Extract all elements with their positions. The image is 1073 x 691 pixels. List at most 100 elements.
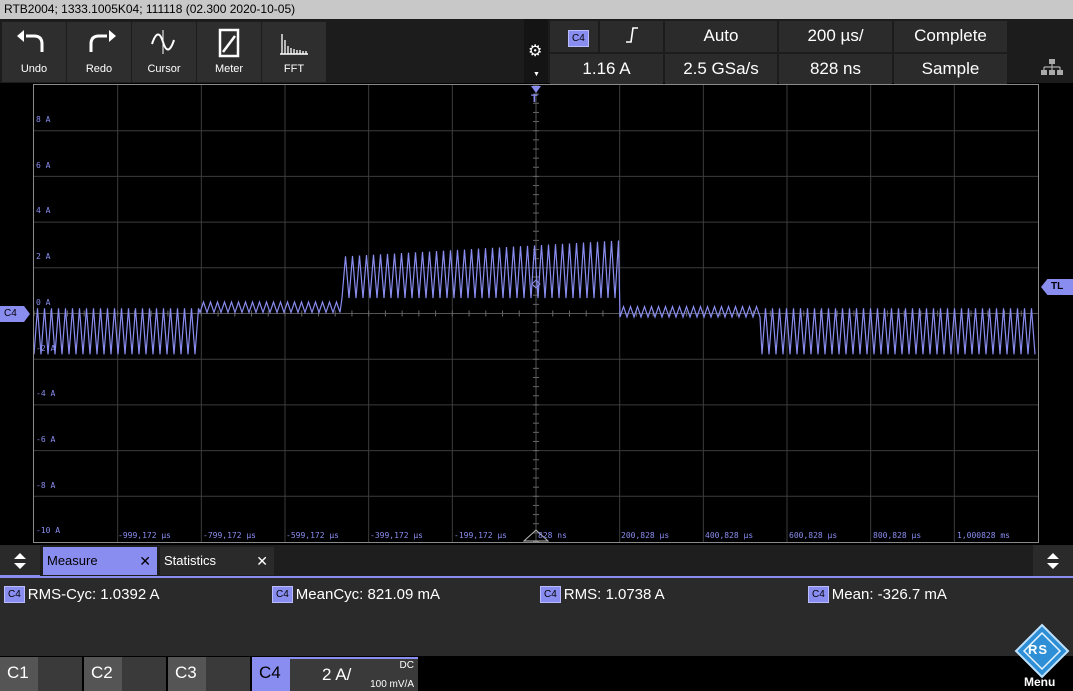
undo-label: Undo: [20, 63, 48, 75]
measurement-text: RMS-Cyc: 1.0392 A: [27, 586, 160, 603]
x-axis-label: 200,828 µs: [621, 531, 670, 540]
channel-c2-button[interactable]: C2: [84, 657, 122, 691]
measurement-text: MeanCyc: 821.09 mA: [295, 586, 441, 603]
waveform-grid: [33, 84, 1038, 543]
measurement-rms-cyc[interactable]: C4 RMS-Cyc: 1.0392 A: [4, 586, 160, 603]
x-axis-label: -199,172 µs: [454, 531, 507, 540]
redo-button[interactable]: Redo: [67, 22, 131, 82]
measurement-results: C4 RMS-Cyc: 1.0392 A C4 MeanCyc: 821.09 mA…: [0, 578, 1073, 656]
measurement-text: RMS: 1.0738 A: [563, 586, 665, 603]
channel-tag: C4: [4, 586, 25, 603]
channel-tag: C4: [272, 586, 293, 603]
device-info-text: RTB2004; 1333.1005K04; 111118 (02.300 20…: [4, 2, 296, 16]
measurement-mean-cyc[interactable]: C4 MeanCyc: 821.09 mA: [272, 586, 440, 603]
channel-tag: C4: [808, 586, 829, 603]
x-axis-label: 800,828 µs: [873, 531, 922, 540]
device-info-bar: RTB2004; 1333.1005K04; 111118 (02.300 20…: [0, 0, 1073, 19]
channel-c3-button[interactable]: C3: [168, 657, 206, 691]
close-icon[interactable]: ✕: [139, 547, 151, 575]
horizontal-position[interactable]: 828 ns: [779, 54, 892, 84]
measurement-rms[interactable]: C4 RMS: 1.0738 A: [540, 586, 665, 603]
cursor-label: Cursor: [147, 63, 181, 75]
x-axis-label: 828 ns: [538, 531, 567, 540]
measurement-text: Mean: -326.7 mA: [831, 586, 947, 603]
fft-label: FFT: [283, 63, 305, 75]
network-icon: [1041, 59, 1063, 75]
rising-edge-icon: [625, 27, 638, 43]
chevron-down-icon: ▼: [533, 71, 540, 78]
x-axis-label: 400,828 µs: [705, 531, 754, 540]
trigger-marker-label: T: [531, 93, 538, 105]
trigger-position-marker[interactable]: T: [530, 85, 542, 109]
measure-tab-bar: Measure ✕ Statistics ✕: [0, 545, 1073, 578]
y-axis-label: 8 A: [36, 115, 51, 124]
channel-c1-button[interactable]: C1: [0, 657, 38, 691]
close-icon[interactable]: ✕: [256, 547, 268, 575]
toolbar: Undo Redo Cursor Meter FFT ⚙ ▼ C4 1.16 A…: [0, 19, 1073, 84]
channel-c4-button[interactable]: C4: [252, 657, 290, 691]
fft-icon: [280, 34, 308, 55]
menu-label: Menu: [1024, 675, 1056, 689]
channel-c4-settings[interactable]: 2 A/ DC 100 mV/A: [290, 657, 418, 691]
c4-scale: 2 A/: [322, 665, 352, 684]
cursor-icon: [151, 30, 175, 54]
tab-statistics-label: Statistics: [164, 553, 217, 568]
channel-offset-marker[interactable]: C4: [0, 306, 30, 322]
trigger-source[interactable]: C4: [550, 21, 598, 52]
fft-button[interactable]: FFT: [262, 22, 326, 82]
x-axis-label: 1,000828 ms: [957, 531, 1010, 540]
menu-button[interactable]: RS Menu: [1010, 623, 1073, 691]
acquisition-state[interactable]: Complete: [894, 21, 1007, 52]
meter-label: Meter: [214, 63, 244, 75]
logo-text: RS: [1028, 642, 1049, 657]
undo-icon: [17, 30, 44, 52]
acquisition-mode[interactable]: Sample: [894, 54, 1007, 84]
measurement-mean[interactable]: C4 Mean: -326.7 mA: [808, 586, 947, 603]
expand-collapse-button[interactable]: [0, 545, 40, 577]
settings-button[interactable]: ⚙ ▼: [524, 19, 548, 83]
y-axis-label: 0 A: [36, 297, 51, 307]
gear-icon: ⚙: [528, 43, 543, 60]
up-down-arrows-icon: [14, 553, 26, 569]
trigger-channel-tag: C4: [568, 30, 589, 47]
panel-resize-button[interactable]: [1033, 545, 1073, 576]
x-axis-label: -999,172 µs: [118, 531, 171, 540]
y-axis-label: -8 A: [36, 480, 56, 490]
tab-measure-label: Measure: [47, 553, 98, 568]
y-axis-label: -2 A: [36, 343, 56, 353]
c4-probe-factor: 100 mV/A: [370, 679, 414, 690]
redo-icon: [89, 30, 116, 52]
trigger-slope[interactable]: [600, 21, 663, 52]
y-axis-label: 6 A: [36, 160, 51, 170]
y-axis-label: -10 A: [36, 526, 61, 536]
channel-c2-settings[interactable]: [122, 657, 166, 691]
trigger-level[interactable]: 1.16 A: [550, 54, 663, 84]
c4-coupling: DC: [399, 660, 414, 671]
waveform-display[interactable]: [33, 84, 1039, 543]
x-axis-label: -599,172 µs: [286, 531, 339, 540]
y-axis-label: 2 A: [36, 252, 51, 262]
channel-c3-settings[interactable]: [206, 657, 250, 691]
y-axis-label: -6 A: [36, 434, 56, 444]
x-axis-label: 600,828 µs: [789, 531, 838, 540]
network-button[interactable]: [1009, 19, 1073, 83]
timebase[interactable]: 200 µs/: [779, 21, 892, 52]
y-axis-label: 4 A: [36, 206, 51, 216]
meter-button[interactable]: Meter: [197, 22, 261, 82]
undo-button[interactable]: Undo: [2, 22, 66, 82]
waveform-trace-c4: [33, 240, 1036, 355]
sample-rate[interactable]: 2.5 GSa/s: [665, 54, 777, 84]
up-down-arrows-icon: [1047, 553, 1059, 569]
channel-bar: C1 C2 C3 C4 2 A/ DC 100 mV/A RS Menu: [0, 623, 1073, 691]
meter-icon: [218, 28, 240, 58]
channel-tag: C4: [540, 586, 561, 603]
trigger-mode[interactable]: Auto: [665, 21, 777, 52]
channel-c1-settings[interactable]: [38, 657, 82, 691]
x-axis-label: -399,172 µs: [370, 531, 423, 540]
tab-statistics[interactable]: Statistics ✕: [160, 547, 274, 575]
redo-label: Redo: [85, 63, 113, 75]
trigger-level-marker[interactable]: TL: [1041, 279, 1073, 295]
tab-measure[interactable]: Measure ✕: [43, 547, 157, 575]
cursor-button[interactable]: Cursor: [132, 22, 196, 82]
y-axis-label: -4 A: [36, 389, 56, 399]
